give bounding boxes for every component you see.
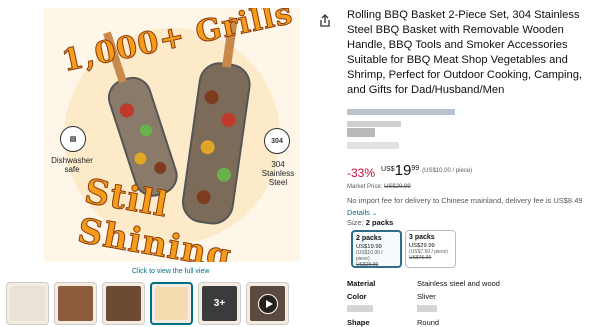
details-label: Details <box>347 208 370 217</box>
thumbnail-selected[interactable] <box>150 282 193 325</box>
redacted-spec-key <box>347 305 373 312</box>
size-option-3-packs[interactable]: 3 packs US$29.99 (US$7.50 / piece) US$45… <box>405 230 456 268</box>
spec-value: Round <box>417 318 440 327</box>
view-full-link[interactable]: Click to view the full view <box>132 268 209 275</box>
more-count: 3+ <box>213 298 226 309</box>
discount-badge: -33% <box>347 166 376 180</box>
list-price-label: Market Price: <box>347 184 383 190</box>
price-fraction: 99 <box>411 165 420 172</box>
size-label-text: Size: <box>347 218 364 227</box>
size-selected: 2 packs <box>365 218 394 227</box>
import-fee-text: No import fee for delivery to Chinese ma… <box>347 196 583 205</box>
size-label: Size: 2 packs <box>347 218 393 227</box>
spec-key: Material <box>347 279 376 288</box>
list-price-value: US$29.99 <box>384 184 411 190</box>
option-was-price: US$45.00 <box>409 255 432 261</box>
price-currency: US$ <box>381 166 395 173</box>
price-per-unit: (US$10.00 / piece) <box>422 168 473 174</box>
list-price: Market Price: US$29.99 <box>347 184 411 190</box>
redacted-store-link <box>347 109 455 115</box>
option-name: 2 packs <box>356 235 382 242</box>
redacted-badge <box>347 128 375 137</box>
redacted-spec-value <box>417 305 437 312</box>
thumbnail[interactable] <box>6 282 49 325</box>
details-link[interactable]: Details ⌄ <box>347 208 377 217</box>
spec-row-shape: Shape Round <box>347 318 439 327</box>
main-product-image[interactable]: 1,000+ Grills Still Shining ▤ Dishwasher… <box>44 8 300 262</box>
spec-key: Color <box>347 292 367 301</box>
thumbnail[interactable] <box>54 282 97 325</box>
spec-row-color: Color Sliver <box>347 292 436 301</box>
price: -33% US$ 19 99 (US$10.00 / piece) <box>347 163 472 180</box>
option-unit-price: (US$10.00 / piece) <box>356 250 383 262</box>
stainless-steel-icon: 304 <box>264 128 290 154</box>
thumbnail-more[interactable]: 3+ <box>198 282 241 325</box>
redacted-sales <box>347 142 399 149</box>
spec-key: Shape <box>347 318 370 327</box>
option-name: 3 packs <box>409 234 435 241</box>
feature-dishwasher-label: Dishwasher safe <box>51 156 93 174</box>
thumbnail-strip: 3+ <box>6 282 289 325</box>
redacted-rating <box>347 121 401 127</box>
play-icon <box>258 294 278 314</box>
thumbnail-video[interactable] <box>246 282 289 325</box>
share-icon[interactable] <box>318 14 332 28</box>
spec-value: Sliver <box>417 292 436 301</box>
price-whole: 19 <box>394 162 412 179</box>
size-option-2-packs[interactable]: 2 packs US$19.99 (US$10.00 / piece) US$2… <box>351 230 402 268</box>
product-title: Rolling BBQ Basket 2-Piece Set, 304 Stai… <box>347 9 583 96</box>
thumbnail[interactable] <box>102 282 145 325</box>
feature-steel-label: 304 Stainless Steel <box>261 160 295 187</box>
option-was-price: US$29.99 <box>356 262 379 268</box>
spec-value: Stainless steel and wood <box>417 279 500 288</box>
spec-row-material: Material Stainless steel and wood <box>347 279 500 288</box>
chevron-down-icon: ⌄ <box>372 211 378 217</box>
dishwasher-icon: ▤ <box>60 126 86 152</box>
